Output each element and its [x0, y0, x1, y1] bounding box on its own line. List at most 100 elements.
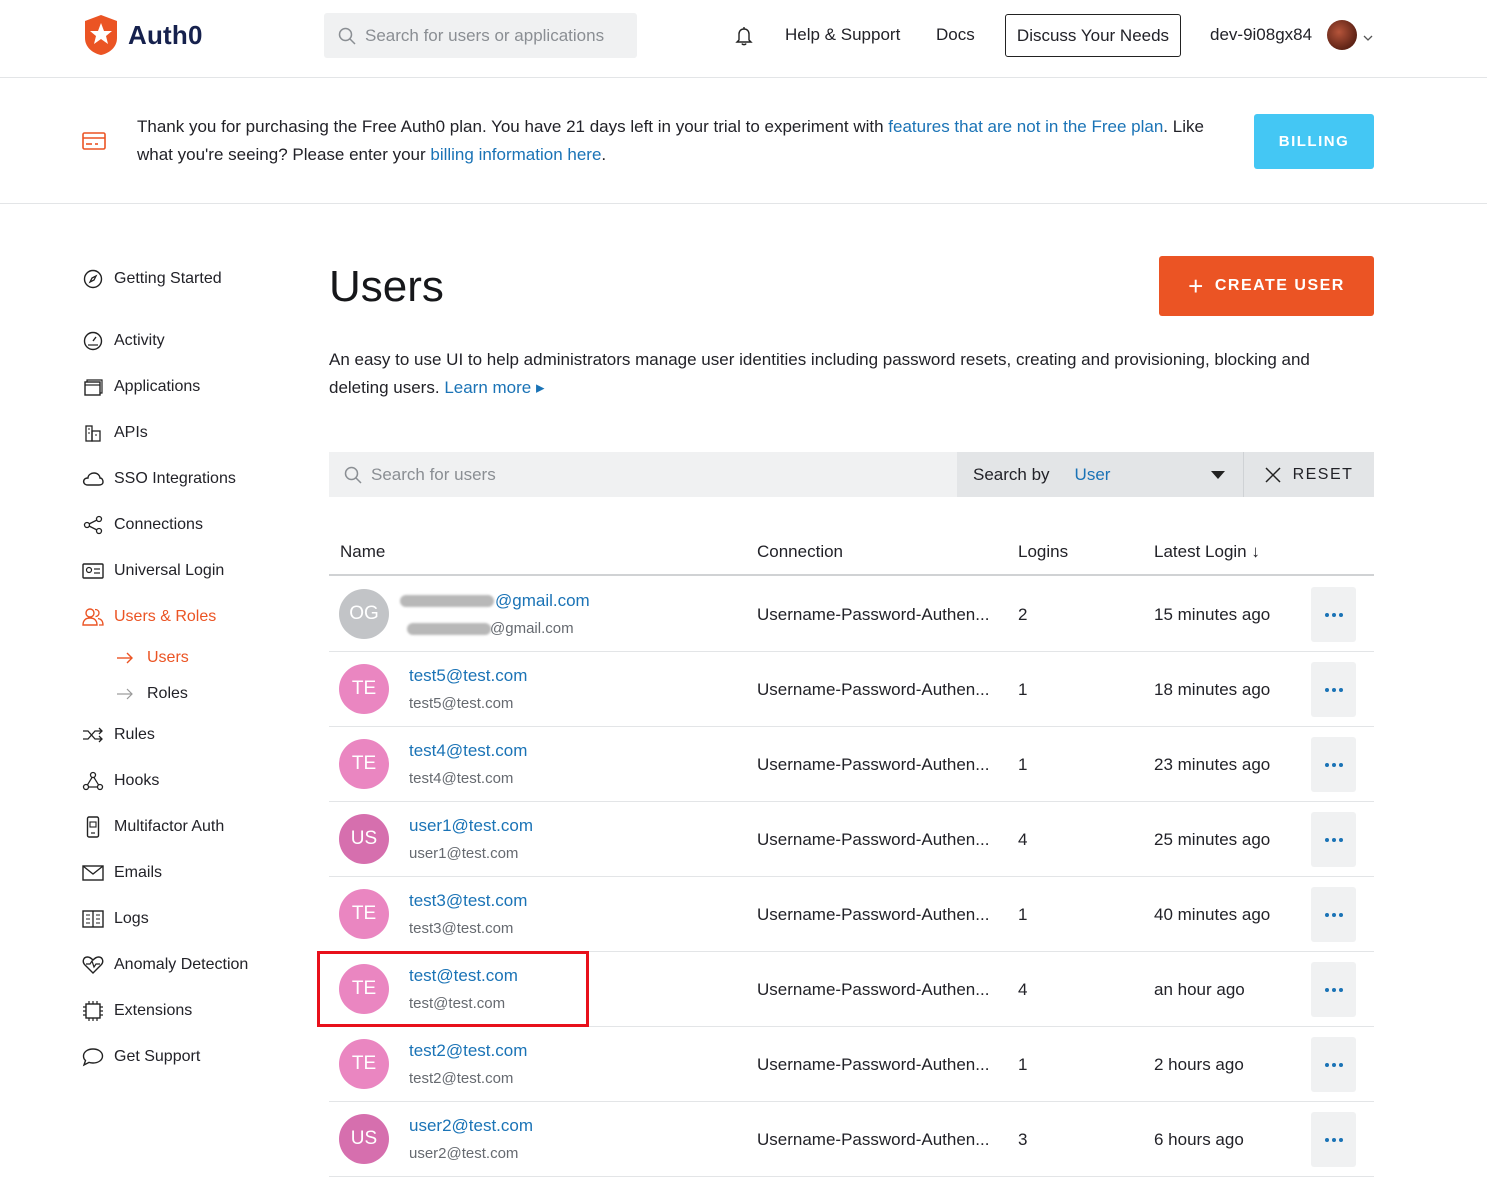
- user-email: user2@test.com: [409, 1145, 519, 1162]
- sidebar-subitem-label: Users: [147, 649, 189, 666]
- sidebar-item-logs[interactable]: Logs: [82, 908, 149, 930]
- column-header-latest-login[interactable]: Latest Login ↓: [1154, 542, 1260, 562]
- sidebar-item-anomaly-detection[interactable]: Anomaly Detection: [82, 954, 248, 976]
- row-actions-button[interactable]: [1311, 587, 1356, 642]
- sidebar-item-applications[interactable]: Applications: [82, 376, 200, 398]
- user-email: test2@test.com: [409, 1070, 514, 1087]
- sidebar-item-label: Users & Roles: [114, 608, 217, 625]
- sidebar-subitem-users[interactable]: Users: [116, 649, 189, 667]
- user-latest-login: 40 minutes ago: [1154, 905, 1271, 924]
- hooks-icon: [82, 770, 104, 792]
- create-user-label: CREATE USER: [1214, 277, 1345, 294]
- docs-link[interactable]: Docs: [936, 25, 975, 45]
- phone-icon: [82, 816, 104, 838]
- row-actions-button[interactable]: [1311, 812, 1356, 867]
- table-row[interactable]: US user1@test.com user1@test.com Usernam…: [329, 802, 1374, 877]
- user-logins: 3: [1018, 1130, 1028, 1149]
- reset-button[interactable]: RESET: [1243, 452, 1374, 497]
- user-latest-login: 18 minutes ago: [1154, 680, 1271, 699]
- sidebar-item-activity[interactable]: Activity: [82, 330, 165, 352]
- row-actions-button[interactable]: [1311, 662, 1356, 717]
- user-name-link[interactable]: test2@test.com: [409, 1041, 527, 1061]
- user-name-link[interactable]: test4@test.com: [409, 741, 527, 761]
- learn-more-link[interactable]: Learn more ▸: [444, 378, 544, 397]
- sidebar-item-multifactor-auth[interactable]: Multifactor Auth: [82, 816, 224, 838]
- user-name-link[interactable]: user2@test.com: [409, 1116, 533, 1136]
- more-icon: [1324, 762, 1343, 767]
- user-email: test4@test.com: [409, 770, 514, 787]
- search-icon: [338, 27, 356, 45]
- sidebar-item-label: Rules: [114, 726, 155, 743]
- bell-icon[interactable]: [735, 26, 753, 51]
- user-latest-login: 15 minutes ago: [1154, 605, 1271, 624]
- user-logins: 4: [1018, 830, 1028, 849]
- billing-button[interactable]: BILLING: [1254, 114, 1374, 169]
- global-search[interactable]: [324, 13, 637, 58]
- more-icon: [1324, 687, 1343, 692]
- sidebar-item-apis[interactable]: APIs: [82, 422, 148, 444]
- table-row[interactable]: TE test4@test.com test4@test.com Usernam…: [329, 727, 1374, 802]
- help-support-link[interactable]: Help & Support: [785, 25, 900, 45]
- sidebar-item-sso-integrations[interactable]: SSO Integrations: [82, 468, 236, 490]
- row-actions-button[interactable]: [1311, 737, 1356, 792]
- sidebar-item-emails[interactable]: Emails: [82, 862, 162, 884]
- chevron-down-icon[interactable]: [1363, 29, 1373, 47]
- avatar: US: [339, 814, 389, 864]
- sidebar-item-label: Logs: [114, 910, 149, 927]
- create-user-button[interactable]: + CREATE USER: [1159, 256, 1374, 316]
- top-navigation: Auth0 Help & Support Docs Discuss Your N…: [0, 0, 1487, 78]
- avatar[interactable]: [1327, 20, 1357, 50]
- billing-info-link[interactable]: billing information here: [430, 145, 601, 164]
- sidebar-item-extensions[interactable]: Extensions: [82, 1000, 192, 1022]
- user-email: user1@test.com: [409, 845, 519, 862]
- credit-card-icon: [82, 131, 106, 156]
- building-icon: [82, 422, 104, 444]
- user-connection: Username-Password-Authen...: [757, 605, 990, 624]
- user-latest-login: 2 hours ago: [1154, 1055, 1244, 1074]
- table-row[interactable]: TE test3@test.com test3@test.com Usernam…: [329, 877, 1374, 952]
- global-search-input[interactable]: [365, 25, 625, 46]
- tenant-name[interactable]: dev-9i08gx84: [1210, 25, 1312, 45]
- row-actions-button[interactable]: [1311, 962, 1356, 1017]
- sidebar-item-users-roles[interactable]: Users & Roles: [82, 606, 216, 628]
- user-email: @gmail.com: [490, 620, 574, 637]
- more-icon: [1324, 1062, 1343, 1067]
- user-logins: 4: [1018, 980, 1028, 999]
- avatar: TE: [339, 739, 389, 789]
- user-name-link[interactable]: user1@test.com: [409, 816, 533, 836]
- column-header-logins[interactable]: Logins: [1018, 542, 1068, 562]
- search-by-select[interactable]: Search by User: [957, 452, 1243, 497]
- sidebar-item-universal-login[interactable]: Universal Login: [82, 560, 224, 582]
- sidebar-item-getting-started[interactable]: Getting Started: [82, 268, 222, 290]
- sidebar-item-hooks[interactable]: Hooks: [82, 770, 159, 792]
- user-name-link[interactable]: @gmail.com: [495, 591, 590, 611]
- sidebar-item-get-support[interactable]: Get Support: [82, 1046, 200, 1068]
- row-actions-button[interactable]: [1311, 1112, 1356, 1167]
- user-name-link[interactable]: test5@test.com: [409, 666, 527, 686]
- user-logins: 1: [1018, 680, 1028, 699]
- row-actions-button[interactable]: [1311, 887, 1356, 942]
- user-connection: Username-Password-Authen...: [757, 680, 990, 699]
- table-row[interactable]: US user2@test.com user2@test.com Usernam…: [329, 1102, 1374, 1177]
- table-row[interactable]: TE test5@test.com test5@test.com Usernam…: [329, 652, 1374, 727]
- auth0-logo[interactable]: Auth0: [82, 14, 203, 56]
- sidebar-item-label: Applications: [114, 378, 201, 395]
- more-icon: [1324, 612, 1343, 617]
- user-connection: Username-Password-Authen...: [757, 755, 990, 774]
- sidebar-item-connections[interactable]: Connections: [82, 514, 203, 536]
- sidebar-subitem-roles[interactable]: Roles: [116, 685, 188, 703]
- row-actions-button[interactable]: [1311, 1037, 1356, 1092]
- column-header-connection[interactable]: Connection: [757, 542, 843, 562]
- sidebar-item-rules[interactable]: Rules: [82, 724, 155, 746]
- banner-text-3: .: [601, 145, 607, 164]
- discuss-needs-button[interactable]: Discuss Your Needs: [1005, 14, 1181, 57]
- table-row[interactable]: OG @gmail.com @gmail.com Username-Passwo…: [329, 577, 1374, 652]
- free-plan-features-link[interactable]: features that are not in the Free plan: [888, 117, 1163, 136]
- sidebar-item-label: SSO Integrations: [114, 470, 236, 487]
- user-search[interactable]: [329, 452, 957, 497]
- column-header-name[interactable]: Name: [340, 542, 385, 562]
- stack-icon: [82, 376, 104, 398]
- table-row[interactable]: TE test2@test.com test2@test.com Usernam…: [329, 1027, 1374, 1102]
- user-search-input[interactable]: [371, 464, 911, 485]
- user-name-link[interactable]: test3@test.com: [409, 891, 527, 911]
